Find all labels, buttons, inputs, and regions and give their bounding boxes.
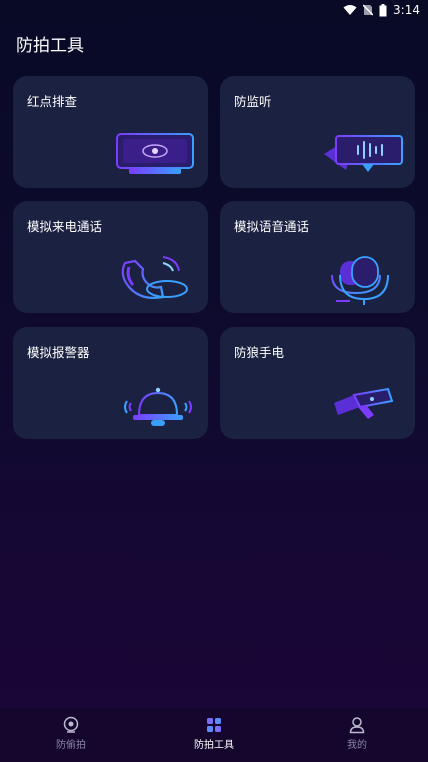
- page-title: 防拍工具: [16, 36, 84, 56]
- phone-handset-icon: [121, 256, 188, 299]
- grid-tools-icon: [207, 718, 221, 732]
- user-icon: [349, 717, 365, 734]
- card-label: 防监听: [234, 94, 272, 109]
- card-label: 模拟报警器: [27, 345, 90, 360]
- battery-icon: [379, 3, 387, 16]
- flashlight-icon: [334, 387, 394, 419]
- wifi-icon: [343, 5, 357, 15]
- nav-item-anti-spy-tools[interactable]: 防拍工具: [174, 716, 254, 751]
- status-time: 3:14: [393, 3, 420, 17]
- card-label: 红点排查: [27, 94, 78, 109]
- alarm-bell-icon: [124, 387, 192, 426]
- card-anti-eavesdrop[interactable]: 防监听: [220, 76, 415, 188]
- audio-wave-screen-icon: [324, 135, 403, 172]
- card-red-dot-check[interactable]: 红点排查: [13, 76, 208, 188]
- bottom-nav: 防偷拍 防拍工具 我的: [0, 708, 428, 762]
- camera-lens-icon: [63, 716, 79, 733]
- card-simulate-phone-call[interactable]: 模拟来电通话: [13, 201, 208, 313]
- nav-label: 防拍工具: [194, 740, 234, 751]
- card-anti-wolf-flashlight[interactable]: 防狼手电: [220, 327, 415, 439]
- screen-eye-icon: [116, 133, 194, 174]
- status-bar: 3:14: [0, 0, 428, 22]
- nav-item-anti-spy-camera[interactable]: 防偷拍: [31, 716, 111, 751]
- card-label: 模拟语音通话: [234, 219, 310, 234]
- nav-label: 我的: [347, 740, 367, 751]
- no-sim-icon: [363, 4, 374, 16]
- card-label: 模拟来电通话: [27, 219, 103, 234]
- card-simulate-voice-call[interactable]: 模拟语音通话: [220, 201, 415, 313]
- card-simulate-alarm[interactable]: 模拟报警器: [13, 327, 208, 439]
- nav-item-mine[interactable]: 我的: [317, 716, 397, 751]
- card-label: 防狼手电: [234, 345, 285, 360]
- microphone-icon: [331, 256, 389, 305]
- nav-label: 防偷拍: [56, 740, 86, 751]
